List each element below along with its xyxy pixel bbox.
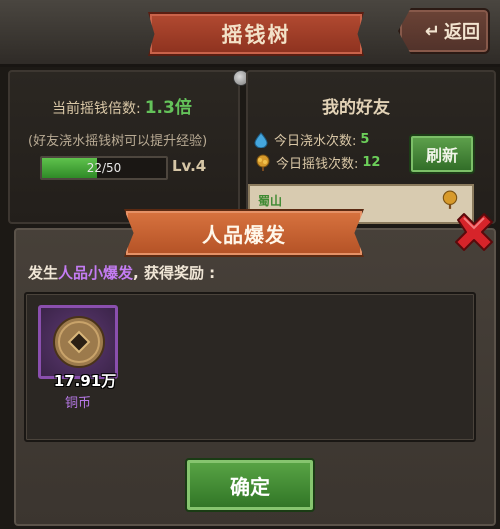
shake-count-value: 12	[362, 155, 381, 170]
tree-level: Lv.4	[172, 157, 207, 175]
money-tree-icon	[256, 154, 270, 171]
water-drop-icon	[254, 131, 268, 148]
water-count-row: 今日浇水次数: 5	[254, 130, 369, 149]
shake-rate: 当前摇钱倍数: 1.3倍	[52, 93, 192, 118]
popup-title: 人品爆发	[124, 209, 364, 257]
reward-message-prefix: 发生	[28, 264, 59, 282]
friends-title: 我的好友	[322, 98, 390, 118]
reward-item-slot[interactable]	[38, 305, 118, 379]
reward-message-suffix: , 获得奖励 :	[133, 264, 216, 282]
xp-progress-text: 22/50	[86, 161, 122, 175]
reward-item-amount: 17.91万	[53, 372, 117, 390]
shake-rate-label: 当前摇钱倍数:	[52, 101, 141, 117]
water-count-value: 5	[360, 132, 370, 147]
water-count-label: 今日浇水次数:	[274, 134, 357, 149]
top-bar: 摇钱树 ↵ 返回	[0, 0, 500, 67]
reward-message-highlight: 人品小爆发	[58, 264, 134, 282]
shake-rate-value: 1.3倍	[144, 98, 192, 118]
back-button[interactable]: ↵ 返回	[398, 8, 490, 54]
friend-name: 蜀山	[258, 194, 283, 208]
copper-coin-icon	[53, 316, 105, 368]
confirm-button[interactable]: 确定	[185, 458, 315, 512]
shake-count-label: 今日摇钱次数:	[276, 157, 359, 172]
close-icon[interactable]	[452, 210, 496, 254]
reward-message: 发生人品小爆发, 获得奖励 :	[28, 262, 215, 283]
refresh-button[interactable]: 刷新	[409, 134, 475, 174]
xp-progress-bar: 22/50	[40, 156, 168, 180]
return-arrow-icon: ↵	[424, 20, 440, 42]
money-tree-icon	[442, 190, 458, 209]
tree-hint: (好友浇水摇钱树可以提升经验)	[28, 134, 208, 149]
shake-count-row: 今日摇钱次数: 12	[254, 153, 380, 172]
reward-item-name: 铜币	[64, 396, 91, 411]
back-label: 返回	[444, 22, 480, 43]
page-title: 摇钱树	[148, 12, 364, 56]
